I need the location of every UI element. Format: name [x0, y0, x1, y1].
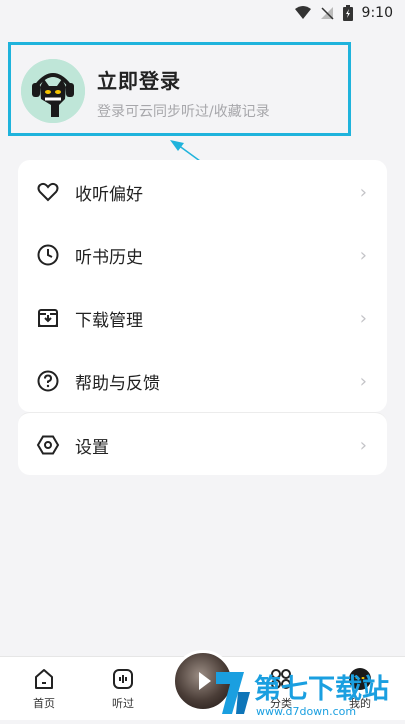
login-title[interactable]: 立即登录 [97, 65, 181, 94]
chevron-right-icon: › [359, 371, 367, 392]
menu-item-help-feedback[interactable]: 帮助与反馈 › [18, 349, 387, 412]
tab-home[interactable]: 首页 [14, 667, 74, 717]
status-time: 9:10 [361, 5, 393, 21]
menu-item-listening-preferences[interactable]: 收听偏好 › [18, 160, 387, 223]
tab-label: 我的 [349, 697, 371, 710]
menu-item-label: 下载管理 [75, 311, 143, 331]
play-icon [199, 672, 211, 690]
status-bar: 9:10 [0, 0, 405, 30]
menu-item-settings[interactable]: 设置 › [18, 413, 387, 476]
menu-item-label: 听书历史 [75, 248, 143, 268]
chevron-right-icon: › [359, 308, 367, 329]
wifi-icon [294, 6, 311, 19]
home-icon [35, 669, 53, 689]
tab-mine[interactable]: 我的 [330, 667, 390, 717]
menu-item-label: 帮助与反馈 [75, 374, 160, 394]
login-card[interactable]: 立即登录 登录可云同步听过/收藏记录 [8, 42, 351, 136]
avatar [21, 59, 85, 123]
menu-item-download-management[interactable]: 下载管理 › [18, 286, 387, 349]
chevron-right-icon: › [359, 435, 367, 456]
menu-item-label: 设置 [75, 438, 109, 458]
signal-off-icon [320, 7, 334, 20]
heart-icon [37, 182, 59, 202]
help-icon [37, 370, 59, 392]
user-avatar-icon [349, 668, 371, 690]
battery-icon [342, 5, 353, 21]
cat-headphones-avatar-icon [21, 59, 85, 123]
audio-wave-icon [113, 669, 133, 689]
tab-label: 听过 [112, 697, 134, 710]
chevron-right-icon: › [359, 182, 367, 203]
menu-card: 收听偏好 › 听书历史 › 下载管理 › 帮助与反馈 › [18, 160, 387, 412]
settings-card: 设置 › [18, 412, 387, 475]
category-icon [271, 669, 291, 689]
tab-label: 首页 [33, 697, 55, 710]
now-playing-disc[interactable] [172, 650, 234, 712]
menu-item-label: 收听偏好 [75, 185, 143, 205]
status-icons: 9:10 [294, 5, 393, 21]
tab-listened[interactable]: 听过 [93, 667, 153, 717]
settings-icon [36, 435, 60, 455]
download-icon [38, 309, 58, 327]
login-subtitle: 登录可云同步听过/收藏记录 [97, 104, 270, 120]
clock-icon [37, 244, 59, 266]
tab-label: 分类 [270, 697, 292, 710]
chevron-right-icon: › [359, 245, 367, 266]
menu-item-listening-history[interactable]: 听书历史 › [18, 223, 387, 286]
tab-category[interactable]: 分类 [251, 667, 311, 717]
